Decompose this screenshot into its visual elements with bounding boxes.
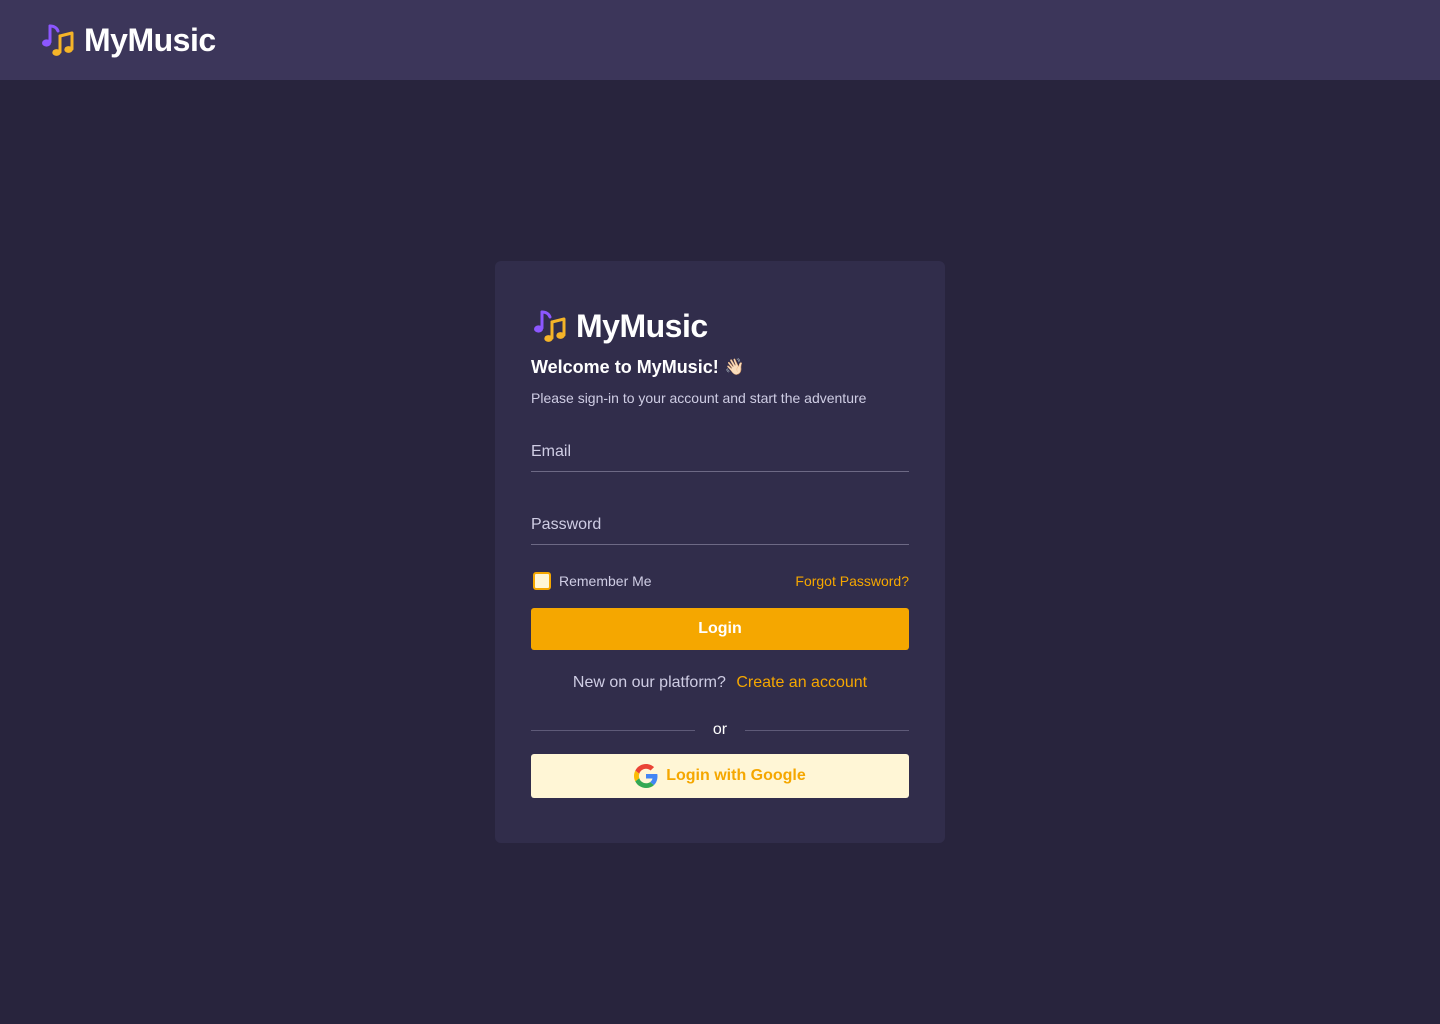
header-brand[interactable]: MyMusic [39, 22, 216, 59]
remember-me[interactable]: Remember Me [531, 572, 652, 590]
login-card: MyMusic Welcome to MyMusic! 👋🏻 Please si… [495, 261, 945, 843]
email-field-wrapper [531, 428, 909, 472]
signup-prompt: New on our platform? [572, 674, 726, 691]
login-button[interactable]: Login [531, 608, 909, 650]
divider-line-left [531, 729, 695, 731]
card-brand: MyMusic [531, 306, 909, 346]
welcome-title: Welcome to MyMusic! 👋🏻 [531, 355, 909, 379]
card-brand-name: MyMusic [576, 307, 708, 344]
email-field[interactable] [531, 439, 909, 471]
top-navbar: MyMusic [0, 0, 1440, 80]
brand-name: MyMusic [84, 21, 216, 58]
password-field[interactable] [531, 512, 909, 544]
google-login-button[interactable]: Login with Google [531, 754, 909, 798]
welcome-subtitle: Please sign-in to your account and start… [531, 390, 867, 406]
music-notes-icon [534, 310, 566, 342]
music-notes-icon [42, 24, 74, 56]
google-login-label: Login with Google [666, 767, 806, 784]
remember-me-label: Remember Me [559, 573, 652, 589]
google-icon [634, 764, 658, 788]
signup-row: New on our platform? Create an account [531, 674, 909, 698]
login-options-row: Remember Me Forgot Password? [531, 571, 909, 591]
forgot-password-link[interactable]: Forgot Password? [795, 573, 909, 589]
or-divider: or [531, 719, 910, 741]
welcome-title-text: Welcome to MyMusic! [531, 356, 719, 377]
password-field-wrapper [531, 501, 909, 545]
divider-text: or [712, 721, 728, 738]
remember-me-checkbox[interactable] [533, 572, 551, 590]
create-account-link[interactable]: Create an account [736, 674, 867, 691]
waving-hand-icon: 👋🏻 [724, 359, 745, 376]
divider-line-right [745, 729, 910, 731]
